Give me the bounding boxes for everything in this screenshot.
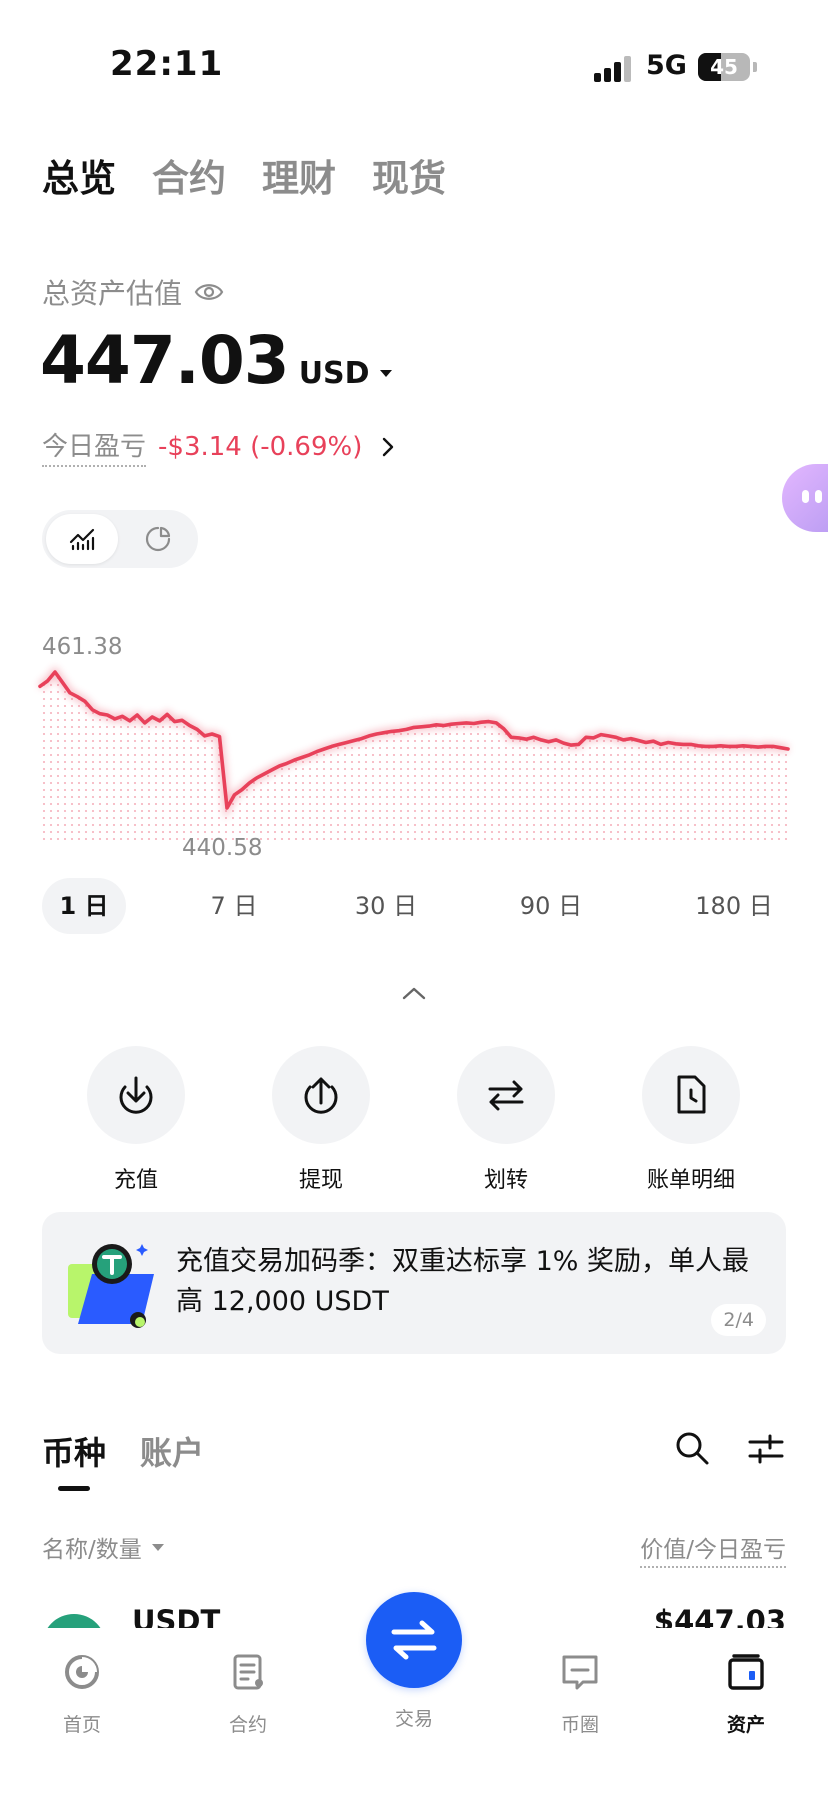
today-pnl-label: 今日盈亏	[42, 426, 147, 467]
time-range-selector: 1 日 7 日 30 日 90 日 180 日	[42, 878, 788, 934]
line-chart-icon	[69, 528, 95, 551]
tab-coins[interactable]: 币种	[42, 1428, 106, 1474]
nav-home[interactable]: 首页	[32, 1650, 132, 1737]
tab-earn[interactable]: 理财	[262, 148, 336, 202]
battery-icon: 45	[698, 53, 750, 81]
chevron-right-icon[interactable]	[376, 435, 400, 459]
search-icon[interactable]	[674, 1430, 710, 1466]
range-7d[interactable]: 7 日	[192, 878, 276, 934]
community-icon	[562, 1655, 598, 1690]
promo-banner[interactable]: 充值交易加码季：双重达标享 1% 奖励，单人最高 12,000 USDT 2/4	[42, 1212, 786, 1354]
promo-banner-text: 充值交易加码季：双重达标享 1% 奖励，单人最高 12,000 USDT	[176, 1246, 749, 1317]
nav-trade-label: 交易	[394, 1708, 433, 1730]
pie-chart-button[interactable]	[122, 514, 194, 564]
eye-icon[interactable]	[194, 281, 224, 303]
total-asset-label: 总资产估值	[42, 272, 224, 312]
chart-area-fill	[40, 672, 788, 842]
today-pnl-row[interactable]: 今日盈亏 -$3.14 (-0.69%)	[42, 426, 400, 467]
home-icon	[65, 1655, 99, 1689]
tab-spot[interactable]: 现货	[372, 148, 446, 202]
name-quantity-header: 名称/数量	[42, 1537, 142, 1563]
cellular-signal-icon	[594, 56, 634, 82]
range-90d[interactable]: 90 日	[506, 878, 596, 934]
tab-accounts[interactable]: 账户	[140, 1428, 204, 1474]
tab-futures[interactable]: 合约	[152, 148, 226, 202]
contract-icon	[233, 1654, 263, 1690]
total-asset-label-text: 总资产估值	[42, 277, 183, 310]
deposit-label: 充值	[113, 1168, 158, 1193]
line-chart-button[interactable]	[46, 514, 118, 564]
pie-chart-icon	[145, 526, 171, 552]
transfer-label: 划转	[483, 1168, 528, 1193]
value-pnl-header[interactable]: 价值/今日盈亏	[640, 1530, 786, 1568]
bill-details-label: 账单明细	[646, 1168, 735, 1193]
filter-sliders-icon[interactable]	[748, 1432, 784, 1466]
trade-button[interactable]	[366, 1592, 462, 1688]
nav-contract-label: 合约	[228, 1714, 267, 1736]
withdraw-icon	[304, 1077, 338, 1114]
deposit-button[interactable]: 充值	[56, 1046, 216, 1194]
sort-caret-icon	[151, 1543, 164, 1551]
bill-icon	[677, 1075, 706, 1114]
deposit-icon	[119, 1076, 153, 1114]
top-tabs: 总览 合约 理财 现货	[42, 148, 446, 202]
transfer-button[interactable]: 划转	[426, 1046, 586, 1194]
total-asset-value: 447.03 USD	[40, 322, 392, 399]
nav-contract[interactable]: 合约	[198, 1650, 298, 1737]
chart-min-label: 440.58	[182, 835, 263, 861]
status-bar: 22:11 5G 45	[0, 0, 828, 110]
usdt-promo-icon	[68, 1244, 154, 1328]
battery-level: 45	[710, 55, 738, 79]
nav-community[interactable]: 币圈	[530, 1650, 630, 1737]
nav-assets-label: 资产	[726, 1714, 765, 1736]
chart-type-toggle	[42, 510, 198, 568]
withdraw-button[interactable]: 提现	[241, 1046, 401, 1194]
trade-icon	[391, 1620, 437, 1660]
withdraw-label: 提现	[298, 1168, 343, 1193]
asset-trend-chart[interactable]	[0, 620, 828, 860]
sort-by-name-quantity[interactable]: 名称/数量	[42, 1530, 164, 1564]
assistant-bubble-icon[interactable]	[782, 464, 828, 532]
bill-details-button[interactable]: 账单明细	[611, 1046, 771, 1194]
total-asset-number: 447.03	[40, 322, 290, 399]
nav-community-label: 币圈	[560, 1714, 599, 1736]
nav-assets[interactable]: 资产	[696, 1650, 796, 1737]
tab-overview[interactable]: 总览	[42, 148, 116, 202]
assets-icon	[728, 1654, 764, 1690]
active-tab-underline	[58, 1486, 90, 1491]
today-pnl-value: -$3.14 (-0.69%)	[158, 431, 363, 462]
nav-home-label: 首页	[62, 1714, 101, 1736]
battery-cap	[753, 62, 757, 72]
range-1d[interactable]: 1 日	[42, 878, 126, 934]
network-type: 5G	[646, 50, 687, 81]
range-180d[interactable]: 180 日	[682, 878, 786, 934]
chevron-up-icon[interactable]	[400, 984, 428, 1002]
transfer-icon	[488, 1080, 524, 1111]
currency-caret-icon[interactable]	[379, 370, 392, 377]
banner-page-indicator: 2/4	[711, 1304, 766, 1336]
status-time: 22:11	[110, 44, 224, 84]
currency-selector[interactable]: USD	[299, 356, 370, 391]
range-30d[interactable]: 30 日	[344, 878, 428, 934]
asset-list-tabs: 币种 账户	[42, 1428, 204, 1474]
